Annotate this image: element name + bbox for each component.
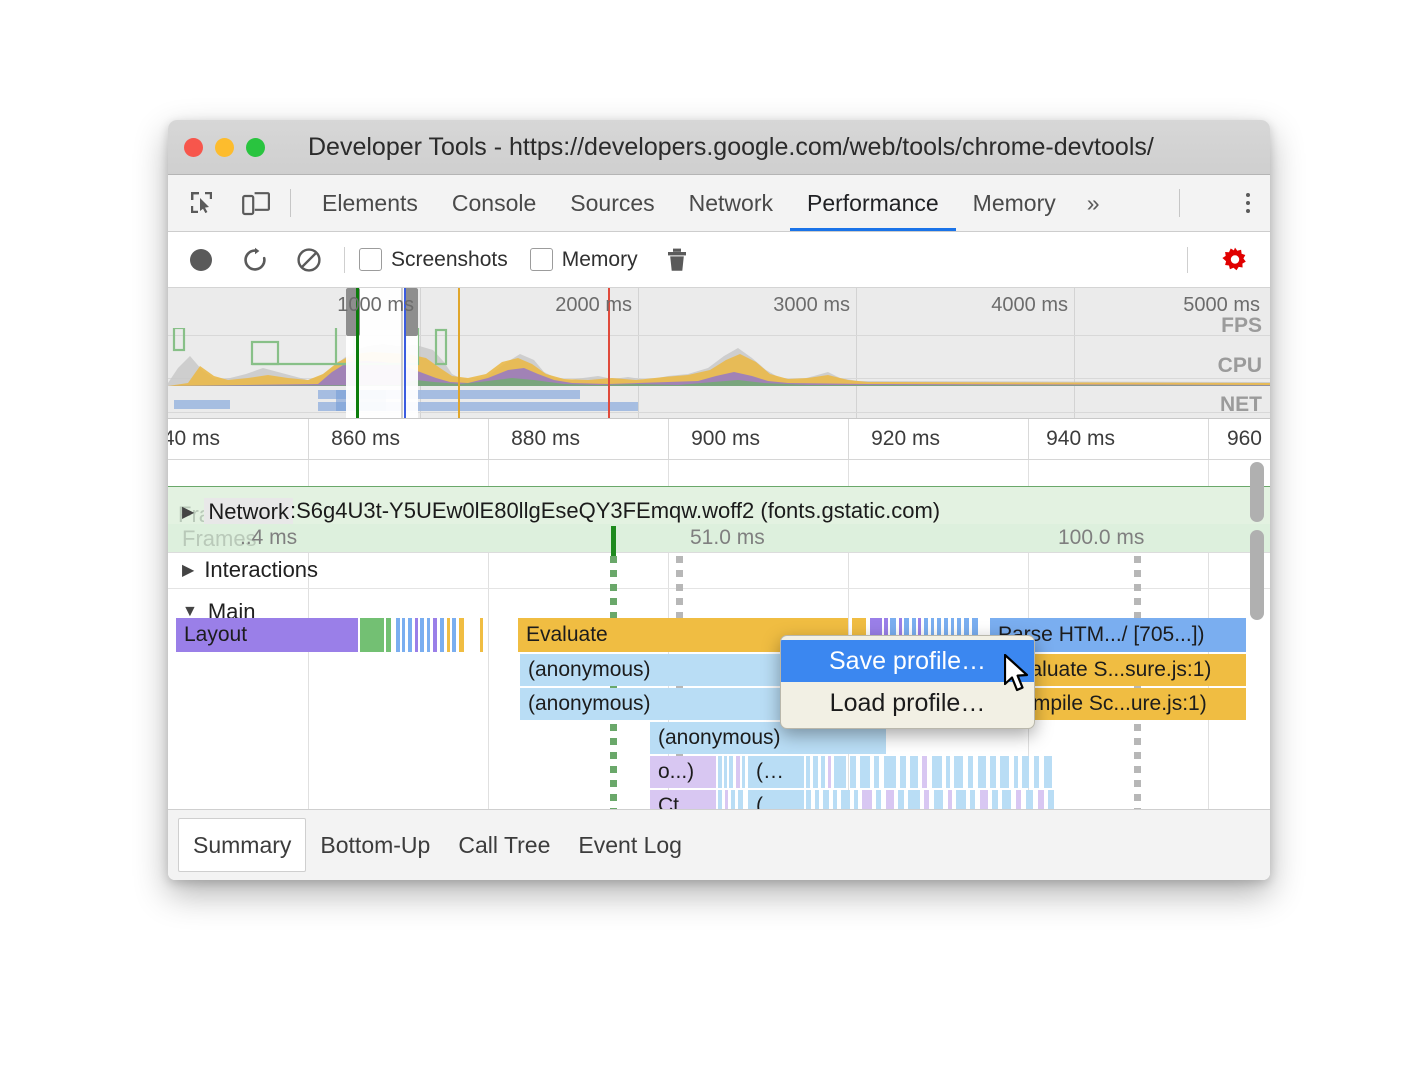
overview-lane-fps: FPS — [1221, 314, 1262, 338]
ruler-tick-900: 900 ms — [691, 427, 768, 451]
screenshots-label: Screenshots — [391, 248, 508, 272]
screenshots-checkbox[interactable]: Screenshots — [359, 248, 508, 272]
flame-stripes-row0-a — [330, 618, 508, 652]
devtools-window: Developer Tools - https://developers.goo… — [168, 120, 1270, 880]
marker-first-paint — [458, 288, 460, 418]
frame-marker-green — [611, 526, 616, 556]
overview-tick-1000: 1000 ms — [337, 294, 420, 317]
record-circle-icon[interactable] — [180, 239, 222, 281]
frame-duration-3: 100.0 ms — [1058, 526, 1144, 550]
tracks-scrollbar-main[interactable] — [1250, 530, 1264, 620]
inspect-element-icon[interactable] — [182, 183, 222, 223]
overview-traces — [168, 328, 1270, 418]
window-title-bar: Developer Tools - https://developers.goo… — [168, 120, 1270, 175]
overview-lane-net: NET — [1220, 393, 1262, 417]
screenshot-root: Developer Tools - https://developers.goo… — [0, 0, 1419, 1065]
tab-call-tree[interactable]: Call Tree — [444, 819, 564, 871]
overview-lane-cpu: CPU — [1218, 354, 1262, 378]
flame-bar-evaluate-script[interactable]: Evaluate S...sure.js:1) — [998, 654, 1246, 686]
tab-bottom-up[interactable]: Bottom-Up — [306, 819, 444, 871]
memory-label: Memory — [562, 248, 638, 272]
interactions-track-header[interactable]: ▶ Interactions — [182, 557, 318, 583]
main-menu-icon[interactable] — [1246, 193, 1250, 213]
chevron-right-icon: ▶ — [182, 560, 194, 580]
ruler-tick-940: 940 ms — [1046, 427, 1123, 451]
overview-tick-2000: 2000 ms — [555, 294, 638, 317]
tab-memory[interactable]: Memory — [956, 175, 1073, 231]
minimize-window-button[interactable] — [215, 138, 234, 157]
frame-duration-1: ..4 ms — [240, 526, 297, 550]
toolbar-divider-3 — [1187, 247, 1188, 273]
flame-stripes-row4-a — [718, 756, 746, 788]
trash-icon[interactable] — [656, 239, 698, 281]
mouse-cursor-icon — [1004, 654, 1030, 694]
device-toolbar-icon[interactable] — [236, 183, 276, 223]
chevron-right-icon: ▶ — [182, 502, 194, 522]
timeline-overview[interactable]: 1000 ms 2000 ms 3000 ms 4000 ms 5000 ms … — [168, 288, 1270, 419]
tab-network[interactable]: Network — [672, 175, 790, 231]
frame-duration-2: 51.0 ms — [690, 526, 765, 550]
ruler-tick-840: 40 ms — [168, 427, 228, 451]
timeline-ruler[interactable]: 40 ms 860 ms 880 ms 900 ms 920 ms 940 ms… — [168, 419, 1270, 460]
overview-tick-3000: 3000 ms — [773, 294, 856, 317]
flame-bar-compile-script[interactable]: Compile Sc...ure.js:1) — [998, 688, 1246, 720]
tab-sources[interactable]: Sources — [553, 175, 671, 231]
toolbar-divider — [290, 189, 291, 217]
network-request-name: :S6g4U3t-Y5UEw0lE80llgEseQY3FEmqw.woff2 … — [290, 498, 940, 524]
menu-item-save-profile[interactable]: Save profile… — [781, 640, 1034, 682]
panel-tabs: Elements Console Sources Network Perform… — [305, 175, 1114, 231]
tab-console[interactable]: Console — [435, 175, 553, 231]
toolbar-right — [1173, 239, 1270, 281]
flame-bar-o[interactable]: o...) — [650, 756, 716, 788]
close-window-button[interactable] — [184, 138, 203, 157]
more-tabs-icon[interactable]: » — [1073, 190, 1114, 217]
ruler-tick-860: 860 ms — [331, 427, 408, 451]
clear-no-entry-icon[interactable] — [288, 239, 330, 281]
devtools-tab-strip: Elements Console Sources Network Perform… — [168, 175, 1270, 232]
performance-toolbar: Screenshots Memory — [168, 232, 1270, 288]
ruler-tick-960: 960 — [1227, 427, 1270, 451]
context-menu[interactable]: Save profile… Load profile… — [780, 635, 1035, 729]
tabstrip-right-divider — [1179, 189, 1180, 217]
flame-stripes-row4-b — [806, 756, 1056, 788]
network-track-label: Network — [204, 498, 293, 526]
memory-checkbox-box[interactable] — [530, 248, 553, 271]
reload-record-icon[interactable] — [234, 239, 276, 281]
tab-event-log[interactable]: Event Log — [564, 819, 696, 871]
zoom-window-button[interactable] — [246, 138, 265, 157]
screenshots-checkbox-box[interactable] — [359, 248, 382, 271]
gear-icon[interactable] — [1214, 239, 1256, 281]
window-title: Developer Tools - https://developers.goo… — [308, 120, 1154, 174]
tab-elements[interactable]: Elements — [305, 175, 435, 231]
drawer-tab-bar: Summary Bottom-Up Call Tree Event Log — [168, 809, 1270, 880]
traffic-lights — [184, 138, 265, 157]
interactions-track-label: Interactions — [204, 557, 318, 583]
flame-bar-paren-1[interactable]: (… — [748, 756, 804, 788]
ruler-tick-920: 920 ms — [871, 427, 948, 451]
overview-tick-4000: 4000 ms — [991, 294, 1074, 317]
memory-checkbox[interactable]: Memory — [530, 248, 638, 272]
network-track-header[interactable]: ▶ Network — [182, 498, 293, 526]
toolbar-divider-2 — [344, 247, 345, 273]
flame-bar-layout[interactable]: Layout — [176, 618, 330, 652]
tab-summary[interactable]: Summary — [178, 818, 306, 872]
tracks-scrollbar-top[interactable] — [1250, 462, 1264, 522]
menu-item-load-profile[interactable]: Load profile… — [781, 682, 1034, 724]
tab-performance[interactable]: Performance — [790, 175, 956, 231]
ruler-tick-880: 880 ms — [511, 427, 588, 451]
